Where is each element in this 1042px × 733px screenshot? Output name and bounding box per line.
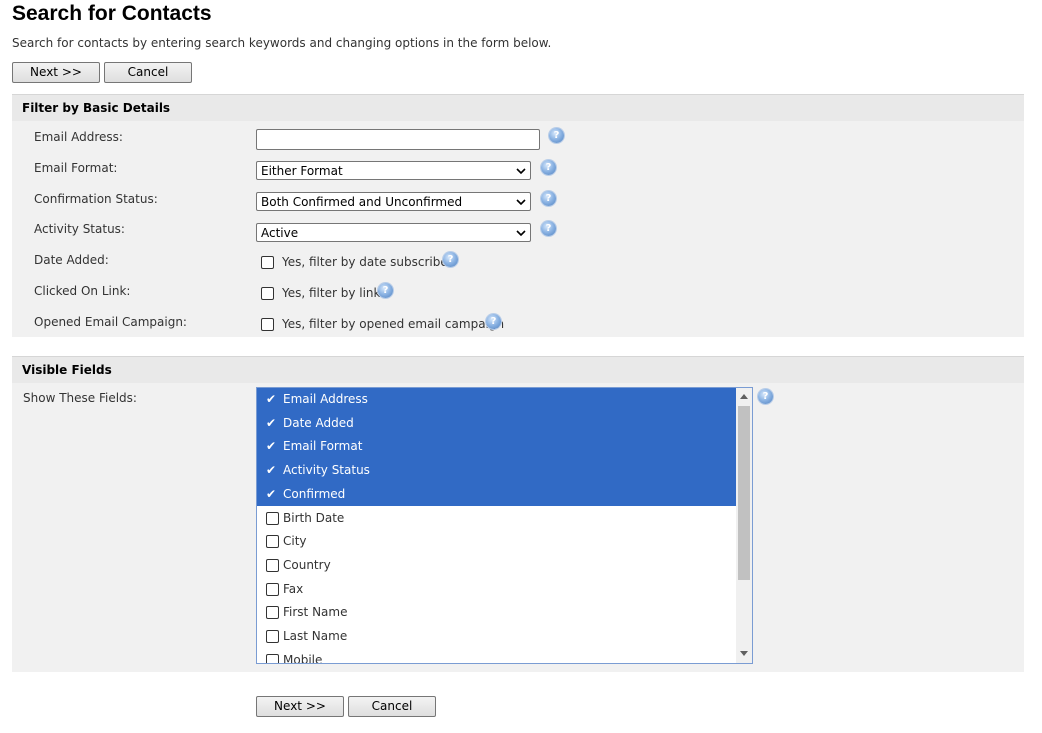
help-icon[interactable]: ? <box>443 252 458 267</box>
cancel-button-top[interactable]: Cancel <box>104 62 192 83</box>
activity-status-value: Active <box>261 226 299 240</box>
help-icon[interactable]: ? <box>541 221 556 236</box>
list-item[interactable]: ✔ Confirmed <box>257 482 736 507</box>
clicked-link-checkbox-label: Yes, filter by link <box>282 286 381 300</box>
field-checkbox[interactable] <box>266 511 279 525</box>
list-item[interactable]: ✔ Activity Status <box>257 459 736 483</box>
field-checkbox[interactable] <box>266 535 279 549</box>
confirmation-status-value: Both Confirmed and Unconfirmed <box>261 195 463 209</box>
date-added-label: Date Added: <box>34 253 109 267</box>
list-item[interactable]: Country <box>257 554 736 578</box>
page-intro: Search for contacts by entering search k… <box>12 36 552 50</box>
list-item-label: Last Name <box>283 629 348 643</box>
show-fields-label: Show These Fields: <box>23 391 137 405</box>
scroll-thumb[interactable] <box>738 406 750 580</box>
opened-campaign-label: Opened Email Campaign: <box>34 315 187 329</box>
list-item-label: Country <box>283 557 331 572</box>
opened-campaign-checkbox-label: Yes, filter by opened email campaign <box>282 317 505 331</box>
visible-fields-title: Visible Fields <box>22 363 112 377</box>
list-item-label: Birth Date <box>283 510 345 525</box>
field-checkbox[interactable] <box>266 653 279 663</box>
checkmark-icon: ✔ <box>266 415 277 430</box>
confirmation-status-label: Confirmation Status: <box>34 192 158 206</box>
list-item-label: Email Format <box>283 439 363 454</box>
list-item-label: Activity Status <box>283 463 370 478</box>
filter-section-title: Filter by Basic Details <box>22 101 171 115</box>
filter-section-header: Filter by Basic Details <box>12 94 1024 121</box>
filter-section: Filter by Basic Details Email Address: ?… <box>12 94 1024 337</box>
email-format-select[interactable]: Either Format <box>256 161 531 180</box>
date-added-checkbox[interactable] <box>261 256 274 269</box>
help-icon[interactable]: ? <box>486 314 501 329</box>
email-address-label: Email Address: <box>34 130 123 144</box>
clicked-link-checkbox[interactable] <box>261 287 274 300</box>
next-button-bottom[interactable]: Next >> <box>256 696 344 717</box>
email-address-input[interactable] <box>256 129 540 150</box>
list-item[interactable]: Last Name <box>257 625 736 649</box>
help-icon[interactable]: ? <box>758 389 773 404</box>
checkmark-icon: ✔ <box>266 486 277 501</box>
field-checkbox[interactable] <box>266 630 279 643</box>
clicked-link-label: Clicked On Link: <box>34 284 131 298</box>
visible-fields-header: Visible Fields <box>12 356 1024 383</box>
field-checkbox[interactable] <box>266 558 279 572</box>
list-item[interactable]: ✔ Email Format <box>257 435 736 460</box>
next-button-top[interactable]: Next >> <box>12 62 100 83</box>
cancel-button-bottom[interactable]: Cancel <box>348 696 436 717</box>
list-item[interactable]: First Name <box>257 601 736 625</box>
chevron-down-icon <box>516 199 526 206</box>
chevron-down-icon <box>516 230 526 237</box>
list-item-label: Mobile <box>283 652 323 664</box>
checkmark-icon: ✔ <box>266 392 277 406</box>
page-title: Search for Contacts <box>12 2 212 25</box>
help-icon[interactable]: ? <box>541 160 556 175</box>
list-item-label: Email Address <box>283 392 368 406</box>
help-icon[interactable]: ? <box>541 191 556 206</box>
email-format-value: Either Format <box>261 164 343 178</box>
list-item[interactable]: City <box>257 530 736 554</box>
activity-status-select[interactable]: Active <box>256 223 531 242</box>
scroll-up-arrow-icon[interactable] <box>740 394 748 399</box>
help-icon[interactable]: ? <box>378 283 393 298</box>
list-item[interactable]: ✔ Date Added <box>257 411 736 436</box>
scroll-down-arrow-icon[interactable] <box>740 651 748 656</box>
list-item-label: City <box>283 534 307 549</box>
list-item-label: Fax <box>283 581 304 596</box>
list-item-label: Confirmed <box>283 486 346 501</box>
help-icon[interactable]: ? <box>549 128 564 143</box>
field-checkbox[interactable] <box>266 582 279 596</box>
list-item[interactable]: ✔ Email Address <box>257 388 736 412</box>
list-item-label: Date Added <box>283 415 354 430</box>
list-item[interactable]: Fax <box>257 578 736 602</box>
confirmation-status-select[interactable]: Both Confirmed and Unconfirmed <box>256 192 531 211</box>
opened-campaign-checkbox[interactable] <box>261 318 274 331</box>
date-added-checkbox-label: Yes, filter by date subscribed <box>282 255 456 269</box>
chevron-down-icon <box>516 168 526 175</box>
list-item[interactable]: Birth Date <box>257 507 736 531</box>
list-item-label: First Name <box>283 605 348 620</box>
checkmark-icon: ✔ <box>266 439 277 454</box>
activity-status-label: Activity Status: <box>34 222 125 236</box>
checkmark-icon: ✔ <box>266 463 277 478</box>
listbox-scrollbar[interactable] <box>736 388 752 663</box>
field-checkbox[interactable] <box>266 606 279 620</box>
visible-fields-listbox[interactable]: ✔ Email Address ✔ Date Added ✔ Email Format ✔ A… <box>256 387 753 664</box>
email-format-label: Email Format: <box>34 161 118 175</box>
list-item[interactable]: Mobile <box>257 649 736 664</box>
